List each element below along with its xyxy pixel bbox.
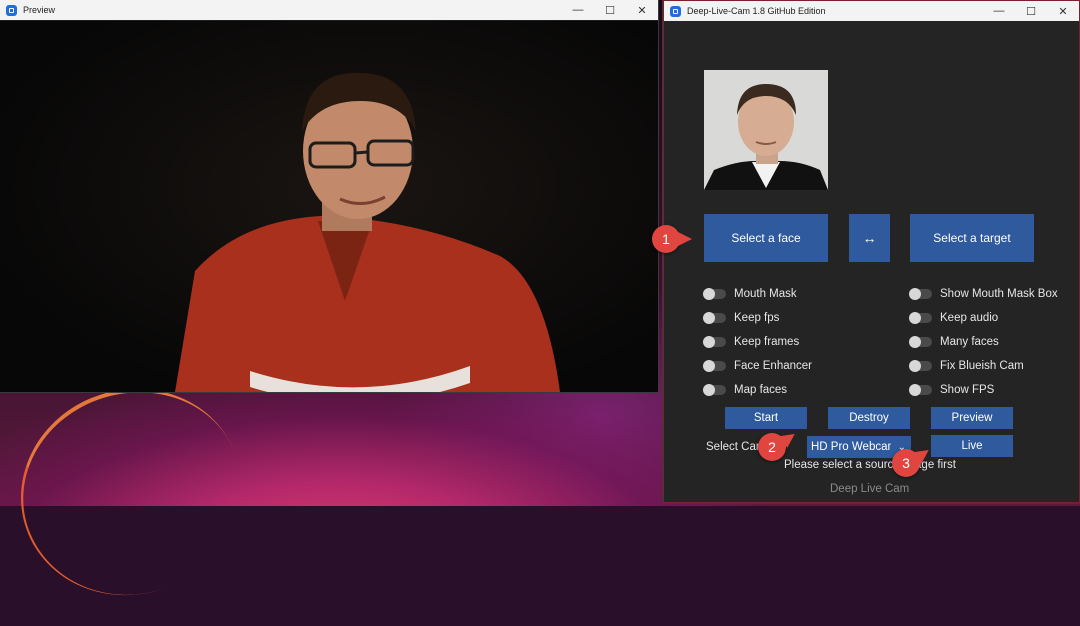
select-target-button[interactable]: Select a target xyxy=(910,214,1034,262)
toggle-show-fps[interactable]: Show FPS xyxy=(909,384,995,396)
switch-icon[interactable] xyxy=(703,384,726,396)
switch-icon[interactable] xyxy=(909,312,932,324)
toggle-label: Mouth Mask xyxy=(734,288,797,300)
app-titlebar[interactable]: Deep-Live-Cam 1.8 GitHub Edition — ☐ ✕ xyxy=(664,1,1079,21)
switch-icon[interactable] xyxy=(703,336,726,348)
callout-1: 1 xyxy=(652,225,692,253)
toggle-label: Show Mouth Mask Box xyxy=(940,288,1058,300)
select-face-button[interactable]: Select a face xyxy=(704,214,828,262)
toggle-label: Many faces xyxy=(940,336,999,348)
minimize-icon[interactable]: — xyxy=(562,0,594,20)
swap-button[interactable]: ↔ xyxy=(849,214,890,262)
preview-window: Preview — ☐ ✕ xyxy=(0,0,658,392)
switch-icon[interactable] xyxy=(909,384,932,396)
switch-icon[interactable] xyxy=(909,336,932,348)
app-icon xyxy=(6,4,17,16)
face-photo-illustration xyxy=(704,70,828,190)
minimize-icon[interactable]: — xyxy=(983,1,1015,21)
callout-2: 2 xyxy=(758,433,786,461)
destroy-button[interactable]: Destroy xyxy=(828,407,910,429)
preview-titlebar[interactable]: Preview — ☐ ✕ xyxy=(0,0,658,20)
toggle-label: Keep frames xyxy=(734,336,800,348)
close-icon[interactable]: ✕ xyxy=(626,0,658,20)
app-body: Select a face ↔ Select a target Mouth Ma… xyxy=(664,22,1079,502)
toggle-keep-frames[interactable]: Keep frames xyxy=(703,336,800,348)
maximize-icon[interactable]: ☐ xyxy=(1015,1,1047,21)
deep-live-cam-window: Deep-Live-Cam 1.8 GitHub Edition — ☐ ✕ S… xyxy=(663,0,1080,503)
callout-3: 3 xyxy=(892,449,920,477)
toggle-fix-blueish-cam[interactable]: Fix Blueish Cam xyxy=(909,360,1024,372)
toggle-show-mouth-mask-box[interactable]: Show Mouth Mask Box xyxy=(909,288,1058,300)
toggle-keep-fps[interactable]: Keep fps xyxy=(703,312,780,324)
toggle-face-enhancer[interactable]: Face Enhancer xyxy=(703,360,812,372)
start-button[interactable]: Start xyxy=(725,407,807,429)
switch-icon[interactable] xyxy=(703,312,726,324)
webcam-person-illustration xyxy=(0,21,658,392)
source-face-image xyxy=(704,70,828,190)
switch-icon[interactable] xyxy=(909,288,932,300)
switch-icon[interactable] xyxy=(703,360,726,372)
toggle-label: Keep fps xyxy=(734,312,780,324)
live-button[interactable]: Live xyxy=(931,435,1013,457)
toggle-map-faces[interactable]: Map faces xyxy=(703,384,788,396)
toggle-label: Fix Blueish Cam xyxy=(940,360,1024,372)
toggle-label: Face Enhancer xyxy=(734,360,812,372)
footer-text: Deep Live Cam xyxy=(830,483,910,495)
toggle-keep-audio[interactable]: Keep audio xyxy=(909,312,999,324)
toggle-label: Keep audio xyxy=(940,312,999,324)
preview-window-title: Preview xyxy=(23,5,56,15)
switch-icon[interactable] xyxy=(909,360,932,372)
app-icon xyxy=(670,5,681,17)
toggle-label: Show FPS xyxy=(940,384,995,396)
preview-button[interactable]: Preview xyxy=(931,407,1013,429)
status-text: Please select a source image first xyxy=(784,459,956,471)
switch-icon[interactable] xyxy=(703,288,726,300)
app-window-title: Deep-Live-Cam 1.8 GitHub Edition xyxy=(687,6,826,16)
camera-dropdown-value: HD Pro Webcam xyxy=(811,441,891,453)
maximize-icon[interactable]: ☐ xyxy=(594,0,626,20)
close-icon[interactable]: ✕ xyxy=(1047,1,1079,21)
toggle-label: Map faces xyxy=(734,384,788,396)
toggle-mouth-mask[interactable]: Mouth Mask xyxy=(703,288,797,300)
toggle-many-faces[interactable]: Many faces xyxy=(909,336,999,348)
webcam-preview-image xyxy=(0,21,658,392)
